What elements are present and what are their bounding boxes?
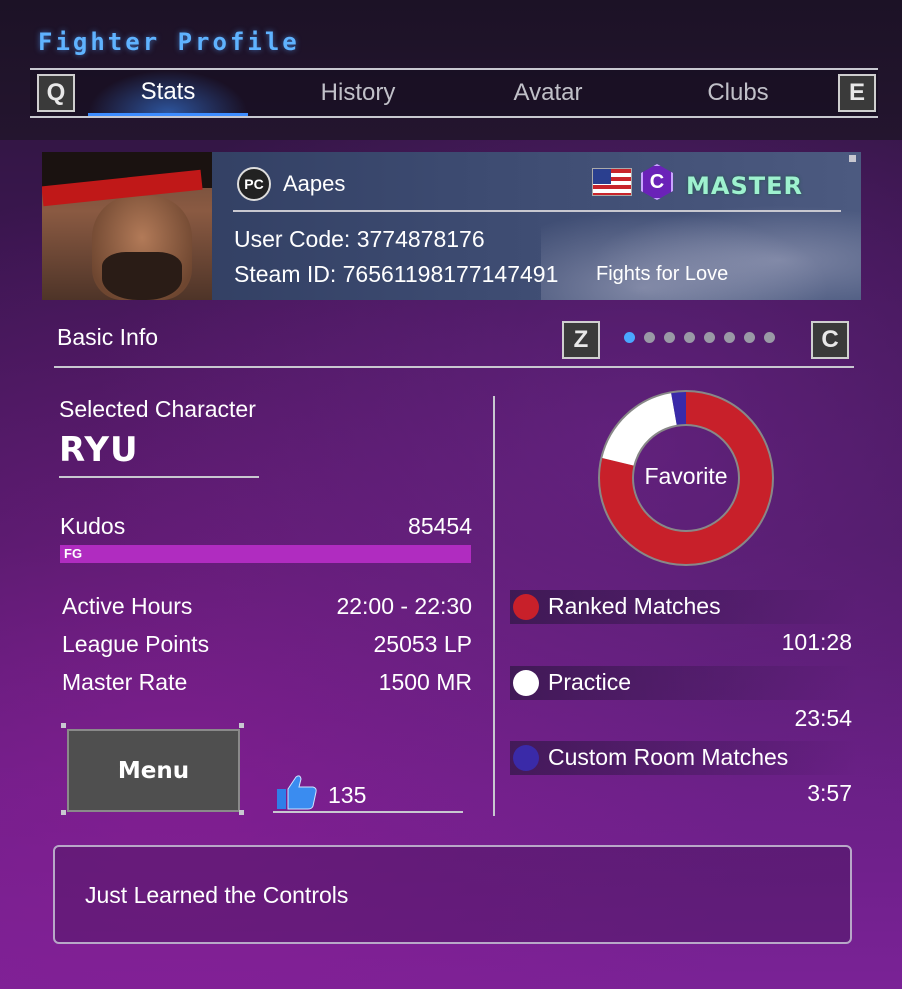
menu-button[interactable]: Menu — [67, 729, 240, 812]
donut-center-label: Favorite — [644, 463, 728, 489]
page-dot[interactable] — [724, 332, 735, 343]
practice-color-dot — [513, 670, 539, 696]
legend-row-custom-room: Custom Room Matches — [510, 741, 858, 775]
character-portrait — [42, 152, 212, 300]
like-count: 135 — [328, 782, 367, 808]
active-hours-value: 22:00 - 22:30 — [336, 593, 472, 619]
section-title: Basic Info — [57, 324, 158, 350]
active-hours-label: Active Hours — [62, 593, 193, 619]
selected-character: RYU — [59, 430, 139, 470]
league-points-label: League Points — [62, 631, 210, 657]
steam-id: Steam ID: 76561198177147491 — [234, 261, 559, 287]
menu-corner — [239, 810, 244, 815]
tab-bar: Q Stats History Avatar Clubs E — [30, 68, 878, 118]
kudos-bar: FG — [60, 545, 471, 563]
page-dot[interactable] — [664, 332, 675, 343]
section-divider — [54, 366, 854, 368]
banner-corner — [849, 155, 856, 162]
page-dot[interactable] — [764, 332, 775, 343]
custom-room-color-dot — [513, 745, 539, 771]
platform-pc-icon: PC — [237, 167, 271, 201]
legend-label: Custom Room Matches — [548, 744, 789, 770]
page-dot[interactable] — [624, 332, 635, 343]
likes-divider — [273, 811, 463, 813]
legend-time-ranked: 101:28 — [781, 629, 852, 655]
kudos-rank: FG — [64, 546, 83, 561]
next-tab-key[interactable]: E — [838, 74, 876, 112]
tab-clubs[interactable]: Clubs — [658, 70, 818, 116]
banner-divider — [233, 210, 841, 212]
legend-time-custom-room: 3:57 — [807, 780, 852, 806]
page-dot[interactable] — [684, 332, 695, 343]
page-dot[interactable] — [644, 332, 655, 343]
player-name: Aapes — [283, 171, 346, 196]
menu-corner — [239, 723, 244, 728]
menu-corner — [61, 810, 66, 815]
fighter-title: Just Learned the Controls — [85, 882, 349, 908]
page-indicator — [624, 332, 775, 343]
character-divider — [59, 476, 259, 478]
league-points-value: 25053 LP — [373, 631, 472, 657]
legend-label: Practice — [548, 669, 632, 695]
prev-page-key[interactable]: Z — [562, 321, 600, 359]
tab-avatar[interactable]: Avatar — [468, 70, 628, 116]
thumbs-up-icon[interactable] — [276, 774, 318, 810]
tab-stats[interactable]: Stats — [88, 70, 248, 116]
next-page-key[interactable]: C — [811, 321, 849, 359]
kudos-bar-fill — [60, 545, 471, 563]
user-code: User Code: 3774878176 — [234, 226, 485, 252]
banner-title: Fights for Love — [596, 263, 729, 285]
ranked-color-dot — [513, 594, 539, 620]
master-rate-label: Master Rate — [62, 669, 188, 695]
legend-row-practice: Practice — [510, 666, 858, 700]
kudos-value: 85454 — [408, 513, 472, 539]
tab-history[interactable]: History — [278, 70, 438, 116]
prev-tab-key[interactable]: Q — [37, 74, 75, 112]
legend-row-ranked: Ranked Matches — [510, 590, 858, 624]
legend-label: Ranked Matches — [548, 593, 721, 619]
selected-character-label: Selected Character — [59, 396, 256, 422]
page-title: Fighter Profile — [38, 28, 300, 56]
column-divider — [493, 396, 495, 816]
legend-time-practice: 23:54 — [794, 705, 852, 731]
master-rate-value: 1500 MR — [378, 669, 472, 695]
page-dot[interactable] — [744, 332, 755, 343]
menu-corner — [61, 723, 66, 728]
us-flag-icon — [592, 168, 632, 196]
rank-badge: MASTER — [686, 172, 803, 200]
kudos-label: Kudos — [60, 513, 126, 539]
page-dot[interactable] — [704, 332, 715, 343]
